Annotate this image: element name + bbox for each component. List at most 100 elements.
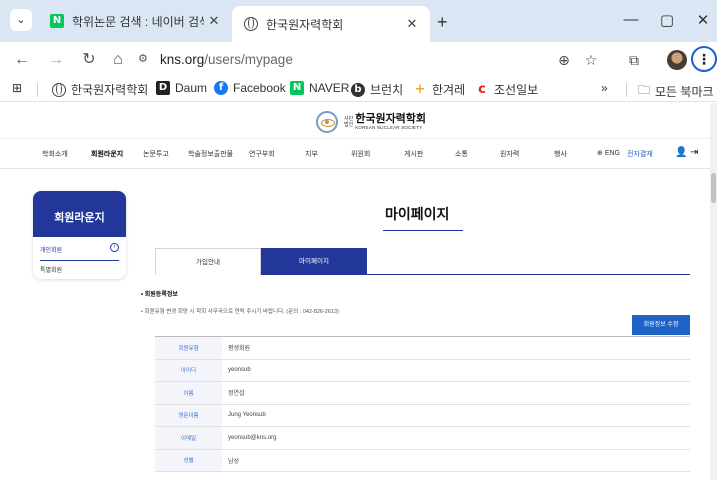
- reload-icon[interactable]: ↻: [79, 50, 99, 70]
- tab-mypage[interactable]: 마이페이지: [261, 248, 367, 275]
- maximize-icon[interactable]: ▢: [655, 11, 679, 29]
- logo-subtitle: KOREAN NUCLEAR SOCIETY: [355, 125, 423, 130]
- bookmark-hani[interactable]: + 한겨레: [413, 81, 465, 98]
- bookmark-chosun[interactable]: c 조선일보: [475, 81, 538, 98]
- sidebar-menu: 개인회원 › 특별회원: [33, 237, 126, 279]
- all-bookmarks-label: 모든 북마크: [655, 85, 714, 99]
- table-row: 이메일 yeonsub@kns.org: [155, 426, 690, 449]
- more-bookmarks-chevron[interactable]: »: [601, 81, 608, 95]
- close-icon[interactable]: ✕: [402, 16, 422, 32]
- bookmark-naver[interactable]: N NAVER: [290, 81, 349, 95]
- nav-submission[interactable]: 논문투고: [143, 149, 169, 159]
- logout-icon[interactable]: ⇥: [690, 147, 698, 158]
- minimize-icon[interactable]: —: [619, 11, 643, 28]
- row-label: 이메일: [155, 426, 222, 449]
- sidebar-item-label: 개인회원: [40, 248, 63, 254]
- language-label: ENG: [604, 150, 620, 157]
- row-value: 남성: [228, 458, 240, 465]
- naver-icon: N: [290, 81, 304, 95]
- zoom-icon[interactable]: ⊕: [555, 51, 573, 69]
- nav-nuclear[interactable]: 원자력: [500, 149, 519, 159]
- site-info-icon[interactable]: ⚙: [138, 52, 148, 65]
- browser-tab-kns[interactable]: 한국원자력학회 ✕: [232, 6, 430, 42]
- user-icon[interactable]: 👤: [675, 147, 687, 158]
- naver-icon: N: [50, 14, 64, 28]
- sidebar-title: 회원라운지: [33, 191, 126, 237]
- tab-title: 학위논문 검색 : 네이버 검색: [72, 14, 204, 29]
- hani-icon: +: [413, 81, 427, 97]
- back-icon[interactable]: ←: [12, 50, 32, 70]
- tab-search-dropdown-icon[interactable]: ⌄: [10, 9, 32, 31]
- new-tab-icon[interactable]: +: [437, 12, 448, 33]
- bookmark-separator: [626, 83, 627, 97]
- url-path: /users/mypage: [204, 52, 293, 67]
- bookmark-label: 브런치: [370, 83, 404, 97]
- web-page: 사단 법인 한국원자력학회 KOREAN NUCLEAR SOCIETY 학회소…: [0, 103, 710, 480]
- site-header: 사단 법인 한국원자력학회 KOREAN NUCLEAR SOCIETY: [0, 103, 710, 139]
- chevron-right-icon: ›: [110, 243, 119, 252]
- forward-icon[interactable]: →: [46, 50, 66, 70]
- folder-icon: 🗀: [638, 83, 651, 97]
- row-label: 아이디: [155, 359, 222, 382]
- address-bar[interactable]: kns.org/users/mypage: [160, 52, 293, 67]
- bookmark-label: Facebook: [233, 81, 286, 95]
- sidebar-item-label: 특별회원: [40, 268, 63, 274]
- page-scrollbar[interactable]: [710, 103, 717, 480]
- browser-toolbar: ← → ↻ ⌂ ⚙ kns.org/users/mypage ⊕ ☆ ⧉ ⋮: [0, 42, 717, 78]
- member-info-table: 회원유형 평생회원 아이디 yeonsub 이름 정연섭 영문이름 Jung Y…: [155, 336, 690, 472]
- bookmark-kns[interactable]: 한국원자력학회: [52, 81, 148, 98]
- browser-tab-bar: ⌄ N 학위논문 검색 : 네이버 검색 ✕ 한국원자력학회 ✕ + — ▢ ✕: [0, 0, 717, 42]
- all-bookmarks-folder[interactable]: 🗀 모든 북마크: [638, 81, 714, 102]
- sidebar-item-special[interactable]: 특별회원: [40, 265, 119, 279]
- chosun-icon: c: [475, 82, 489, 97]
- tab-title: 한국원자력학회: [266, 17, 344, 32]
- bookmark-star-icon[interactable]: ☆: [582, 51, 600, 69]
- bookmarks-bar: ⊞ 한국원자력학회 D Daum f Facebook N NAVER b 브런…: [0, 78, 717, 102]
- nav-board[interactable]: 게시판: [404, 149, 423, 159]
- bookmark-separator: [37, 83, 38, 97]
- table-row: 영문이름 Jung Yeonsub: [155, 404, 690, 427]
- apps-grid-icon[interactable]: ⊞: [12, 81, 22, 95]
- nav-divisions[interactable]: 연구부회: [249, 149, 275, 159]
- title-underline: [383, 230, 463, 231]
- bookmark-label: 한국원자력학회: [71, 83, 149, 97]
- table-row: 이름 정연섭: [155, 381, 690, 404]
- language-toggle[interactable]: ⊕ ENG: [597, 149, 620, 157]
- url-host: kns.org: [160, 52, 205, 67]
- sidebar-item-individual[interactable]: 개인회원 ›: [40, 243, 119, 261]
- page-title: 마이페이지: [385, 206, 450, 222]
- bookmark-facebook[interactable]: f Facebook: [214, 81, 286, 95]
- bookmark-daum[interactable]: D Daum: [156, 81, 207, 95]
- bookmark-label: NAVER: [309, 81, 350, 95]
- tab-join-guide[interactable]: 가입안내: [155, 248, 261, 275]
- browser-tab-naver[interactable]: N 학위논문 검색 : 네이버 검색 ✕: [42, 6, 232, 36]
- home-icon[interactable]: ⌂: [108, 50, 128, 70]
- row-value: yeonsub@kns.org: [228, 434, 277, 441]
- daum-icon: D: [156, 81, 170, 95]
- content-tabs: 가입안내 마이페이지: [155, 248, 690, 275]
- row-value: 정연섭: [228, 391, 245, 398]
- browser-menu-icon[interactable]: ⋮: [691, 46, 717, 72]
- nav-communication[interactable]: 소통: [455, 149, 468, 159]
- nav-branches[interactable]: 지부: [305, 149, 318, 159]
- site-logo[interactable]: 사단 법인 한국원자력학회 KOREAN NUCLEAR SOCIETY: [316, 111, 426, 133]
- row-label: 성별: [155, 449, 222, 472]
- row-label: 영문이름: [155, 404, 222, 427]
- edit-profile-button[interactable]: 회원정보 수정: [632, 315, 690, 335]
- table-row: 회원유형 평생회원: [155, 336, 690, 359]
- nav-about[interactable]: 학회소개: [42, 149, 68, 159]
- scroll-thumb[interactable]: [711, 173, 716, 203]
- nav-publications[interactable]: 학술정보출판물: [188, 149, 233, 159]
- brunch-icon: b: [351, 82, 365, 97]
- window-close-icon[interactable]: ✕: [691, 11, 715, 29]
- extensions-icon[interactable]: ⧉: [625, 51, 643, 69]
- bookmark-brunch[interactable]: b 브런치: [351, 81, 403, 98]
- nav-epay[interactable]: 전자결재: [627, 149, 653, 159]
- profile-avatar[interactable]: [667, 50, 687, 70]
- section-note: • 회원유형 변경 회망 시 학회 사무국으로 연락 주시기 바랍니다. (문의…: [141, 309, 339, 315]
- bookmark-label: 한겨레: [432, 83, 466, 97]
- nav-member-lounge[interactable]: 회원라운지: [91, 149, 123, 159]
- close-icon[interactable]: ✕: [204, 13, 224, 29]
- nav-events[interactable]: 행사: [554, 149, 567, 159]
- nav-committees[interactable]: 위원회: [351, 149, 370, 159]
